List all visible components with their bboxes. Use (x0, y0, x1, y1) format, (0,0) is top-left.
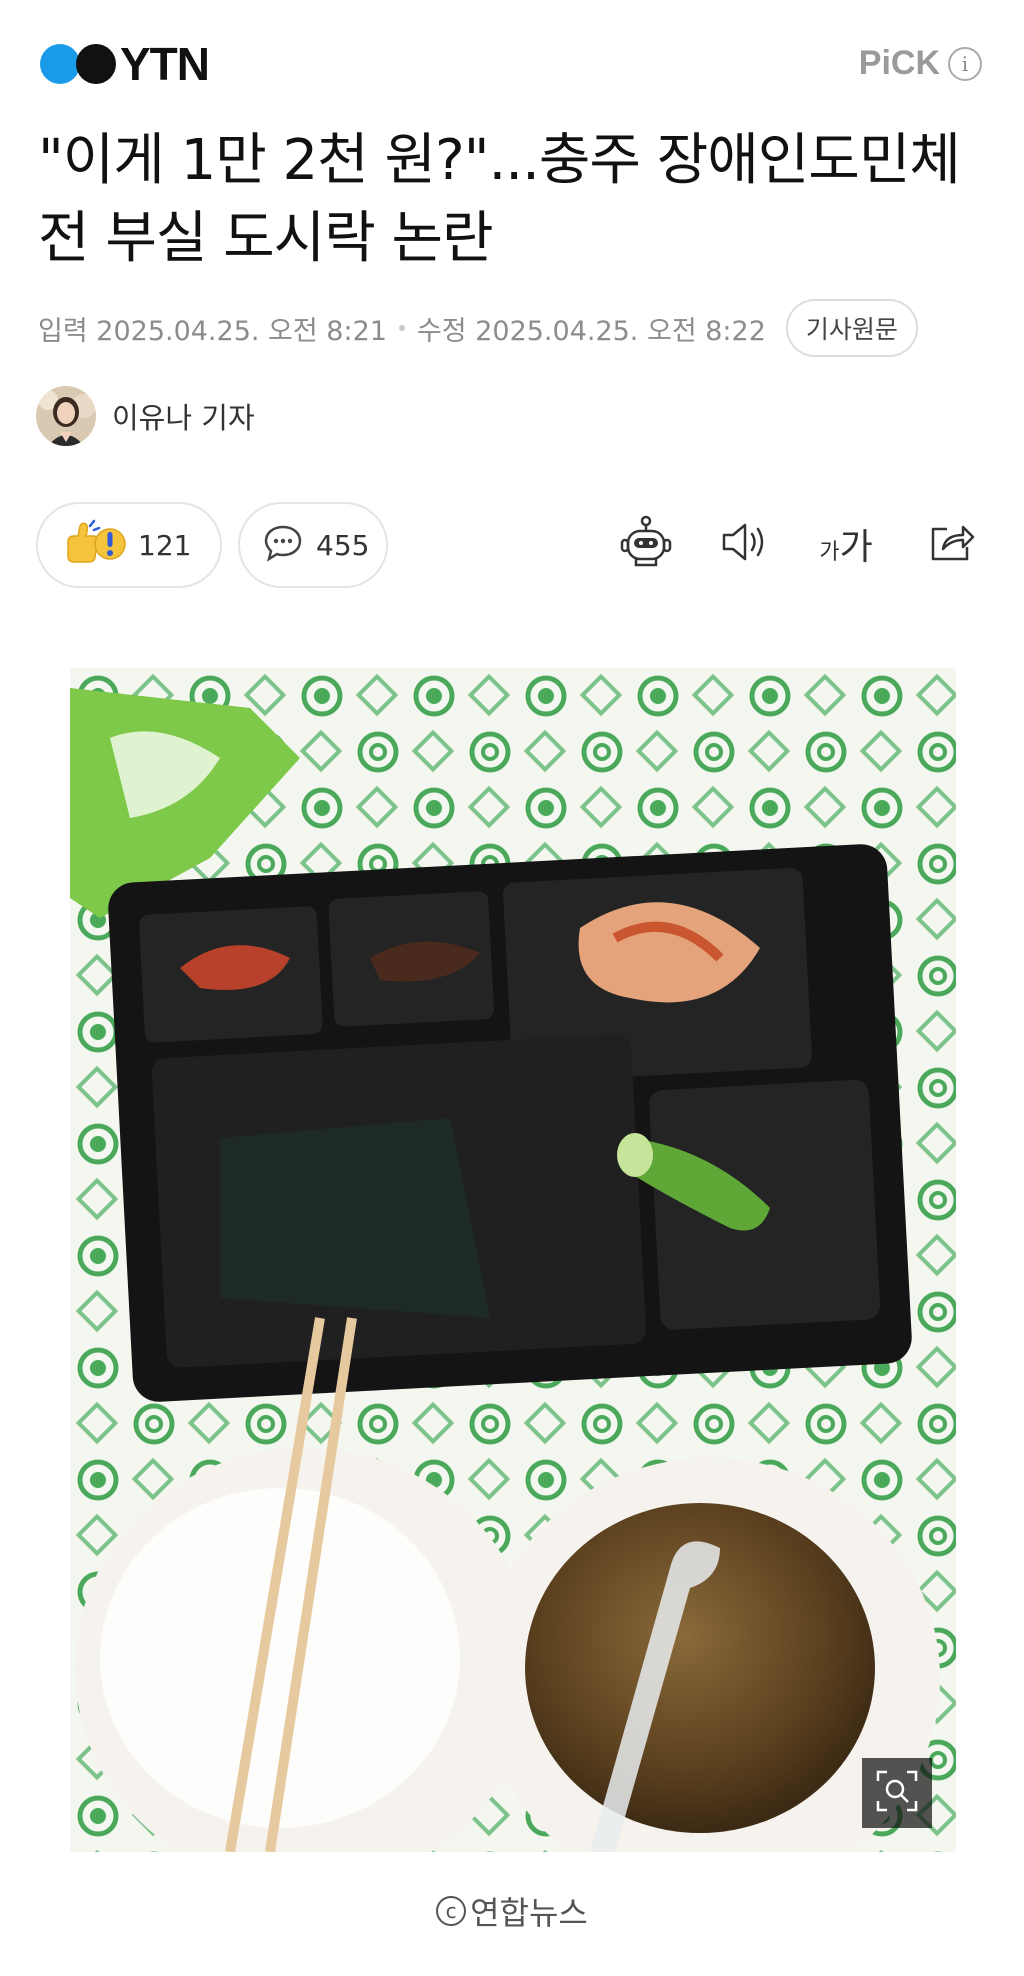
author-name: 이유나 기자 (112, 401, 255, 435)
photo-credit: c 연합뉴스 (0, 1888, 1024, 1934)
listen-button[interactable] (712, 512, 776, 576)
robot-summary-icon (618, 514, 674, 574)
zoom-icon (875, 1769, 919, 1817)
comment-count: 455 (316, 528, 370, 562)
logo-blue-dot (40, 44, 80, 84)
logo-black-dot (76, 44, 116, 84)
copyright-icon: c (436, 1896, 467, 1926)
reaction-count: 121 (138, 528, 192, 562)
photo-credit-text: 연합뉴스 (470, 1894, 588, 1932)
original-article-button[interactable]: 기사원문 (785, 299, 918, 357)
input-label: 입력 (38, 315, 88, 347)
font-size-button[interactable]: 가가 (814, 512, 878, 576)
author-row[interactable]: 이유나 기자 (36, 386, 255, 446)
photo-zoom-button[interactable] (862, 1758, 932, 1828)
article-photo[interactable] (70, 668, 956, 1852)
logo-text: YTN (120, 38, 210, 90)
ytn-logo[interactable]: YTN (40, 38, 210, 90)
ai-summary-button[interactable] (614, 512, 678, 576)
share-button[interactable] (920, 512, 984, 576)
share-icon (927, 519, 977, 569)
avatar[interactable] (36, 386, 96, 446)
reaction-emoji-icon (62, 518, 126, 572)
pick-badge[interactable]: PiCK i (859, 44, 982, 83)
speaker-icon (719, 520, 769, 568)
meta-separator (398, 325, 405, 331)
input-datetime: 2025.04.25. 오전 8:21 (96, 315, 387, 347)
edit-datetime: 2025.04.25. 오전 8:22 (475, 315, 766, 347)
lunchbox-photo (70, 668, 956, 1852)
font-size-icon: 가가 (819, 518, 872, 570)
font-small-glyph: 가 (819, 540, 840, 565)
comment-button[interactable]: 455 (238, 502, 388, 588)
article-title: "이게 1만 2천 원?"...충주 장애인도민체전 부실 도시락 논란 (38, 128, 961, 271)
reaction-button[interactable]: 121 (36, 502, 222, 588)
article-meta: 입력 2025.04.25. 오전 8:21 수정 2025.04.25. 오전… (38, 299, 918, 357)
font-large-glyph: 가 (839, 527, 873, 568)
pick-label: PiCK (858, 44, 940, 82)
info-icon[interactable]: i (948, 46, 982, 81)
comment-icon (262, 523, 304, 567)
edit-label: 수정 (416, 315, 467, 347)
